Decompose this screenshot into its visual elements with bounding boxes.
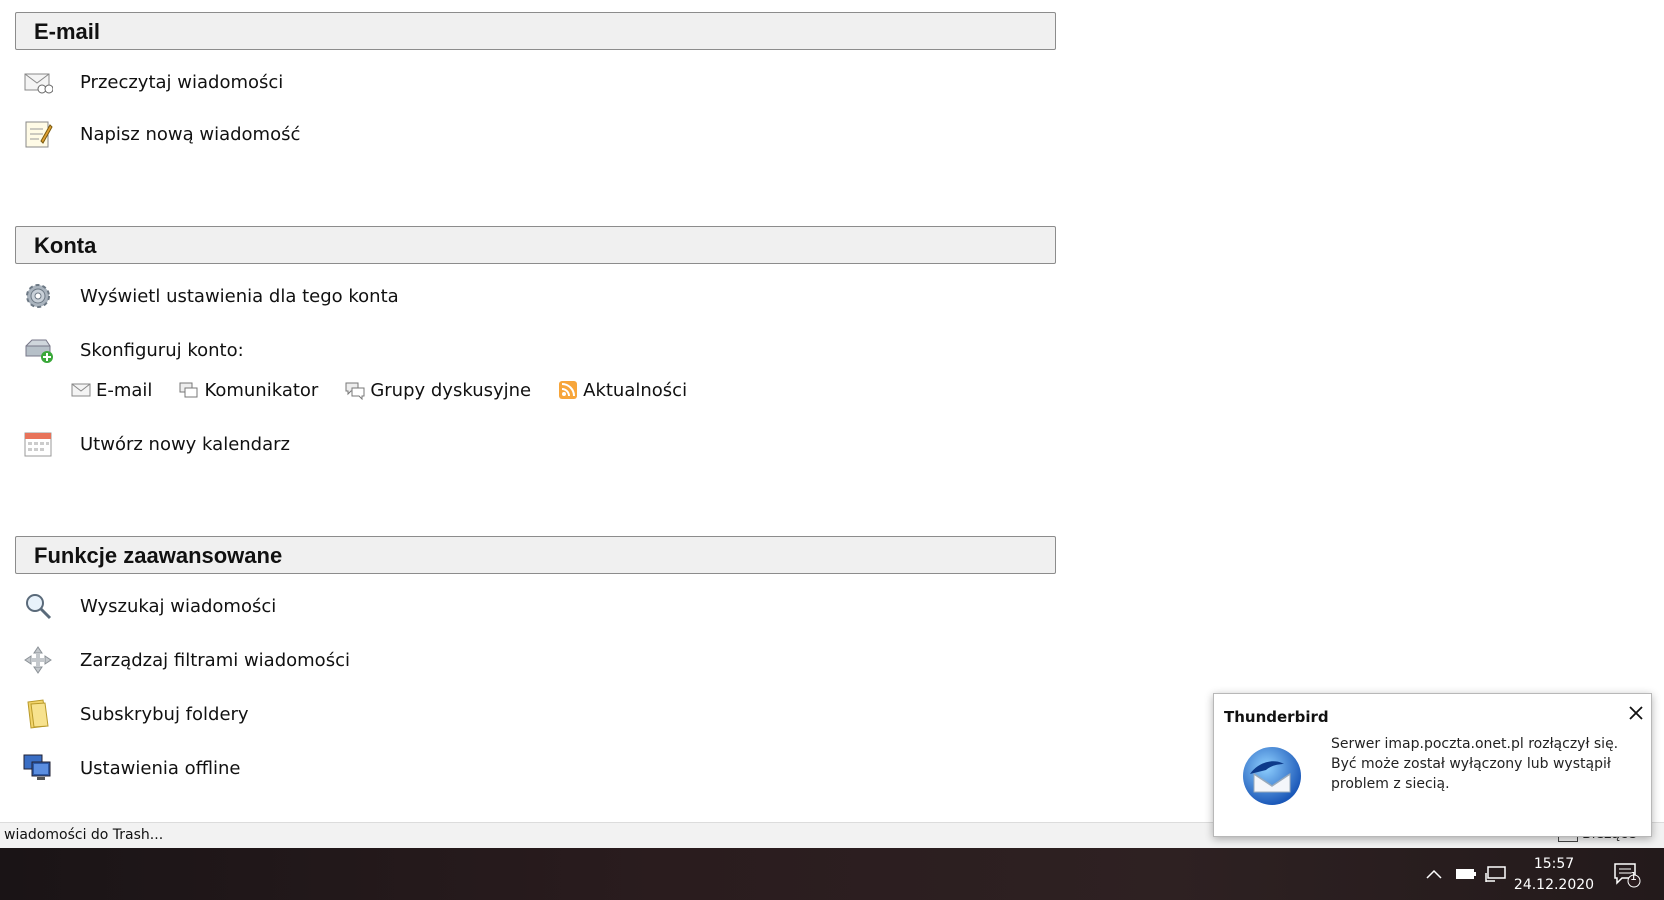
show-hidden-icons-button[interactable] [1425,848,1443,900]
new-calendar-item[interactable]: Utwórz nowy kalendarz [20,424,290,464]
network-icon [1485,866,1506,882]
configure-feeds-label: Aktualności [583,379,688,401]
notification-count: 1 [1630,870,1637,883]
read-messages-label: Przeczytaj wiadomości [80,71,284,93]
notification-app-name: Thunderbird [1224,708,1329,726]
manage-filters-item[interactable]: Zarządzaj filtrami wiadomości [20,640,350,680]
taskbar-date: 24.12.2020 [1513,877,1595,893]
read-messages-item[interactable]: Przeczytaj wiadomości [20,62,283,102]
configure-email-label: E-mail [96,379,153,401]
calendar-icon [20,426,56,462]
folder-icon [20,696,56,732]
offline-settings-item[interactable]: Ustawienia offline [20,748,241,788]
new-calendar-label: Utwórz nowy kalendarz [80,433,290,455]
taskbar-clock[interactable]: 15:57 24.12.2020 [1512,854,1596,896]
configure-newsgroups-link[interactable]: Grupy dyskusyjne [344,379,531,401]
chat-icon [178,379,200,401]
compose-icon [20,116,56,152]
section-header-email: E-mail [15,12,1056,50]
search-messages-label: Wyszukaj wiadomości [80,595,277,617]
thunderbird-notification[interactable]: Thunderbird Serwer imap.poczta.onet.pl r… [1213,693,1652,837]
write-message-label: Napisz nową wiadomość [80,123,301,145]
add-account-icon [20,332,56,368]
configure-feeds-link[interactable]: Aktualności [557,379,687,401]
search-icon [20,588,56,624]
offline-computer-icon [20,750,56,786]
subscribe-folders-item[interactable]: Subskrybuj foldery [20,694,249,734]
manage-filters-label: Zarządzaj filtrami wiadomości [80,649,350,671]
section-header-advanced: Funkcje zaawansowane [15,536,1056,574]
offline-settings-label: Ustawienia offline [80,757,241,779]
action-center-button[interactable]: 1 [1612,848,1642,900]
subscribe-folders-label: Subskrybuj foldery [80,703,249,725]
configure-newsgroups-label: Grupy dyskusyjne [370,379,532,401]
configure-email-link[interactable]: E-mail [70,379,152,401]
view-account-settings-item[interactable]: Wyświetl ustawienia dla tego konta [20,276,399,316]
chevron-up-icon [1426,869,1442,879]
envelope-read-icon [20,64,56,100]
filter-arrows-icon [20,642,56,678]
notification-message: Serwer imap.poczta.onet.pl rozłączył się… [1331,736,1619,792]
write-message-item[interactable]: Napisz nową wiadomość [20,114,300,154]
close-icon[interactable] [1625,702,1647,724]
configure-chat-link[interactable]: Komunikator [178,379,318,401]
search-messages-item[interactable]: Wyszukaj wiadomości [20,586,276,626]
gear-icon [20,278,56,314]
section-header-accounts: Konta [15,226,1056,264]
thunderbird-logo-icon [1243,747,1301,805]
battery-tray-button[interactable] [1455,848,1477,900]
newsgroups-icon [344,379,366,401]
network-tray-button[interactable] [1485,848,1507,900]
taskbar: 15:57 24.12.2020 1 [0,848,1664,900]
configure-account-item: Skonfiguruj konto: [20,330,244,370]
envelope-icon [70,379,92,401]
taskbar-time: 15:57 [1533,856,1575,872]
status-text: wiadomości do Trash... [4,827,164,843]
configure-account-options: E-mail Komunikator Grupy dyskusyjne Aktu… [70,374,687,406]
notification-icon [1614,863,1641,888]
battery-icon [1456,869,1476,879]
rss-icon [557,379,579,401]
view-account-settings-label: Wyświetl ustawienia dla tego konta [80,285,399,307]
configure-chat-label: Komunikator [204,379,319,401]
configure-account-label: Skonfiguruj konto: [80,339,244,361]
